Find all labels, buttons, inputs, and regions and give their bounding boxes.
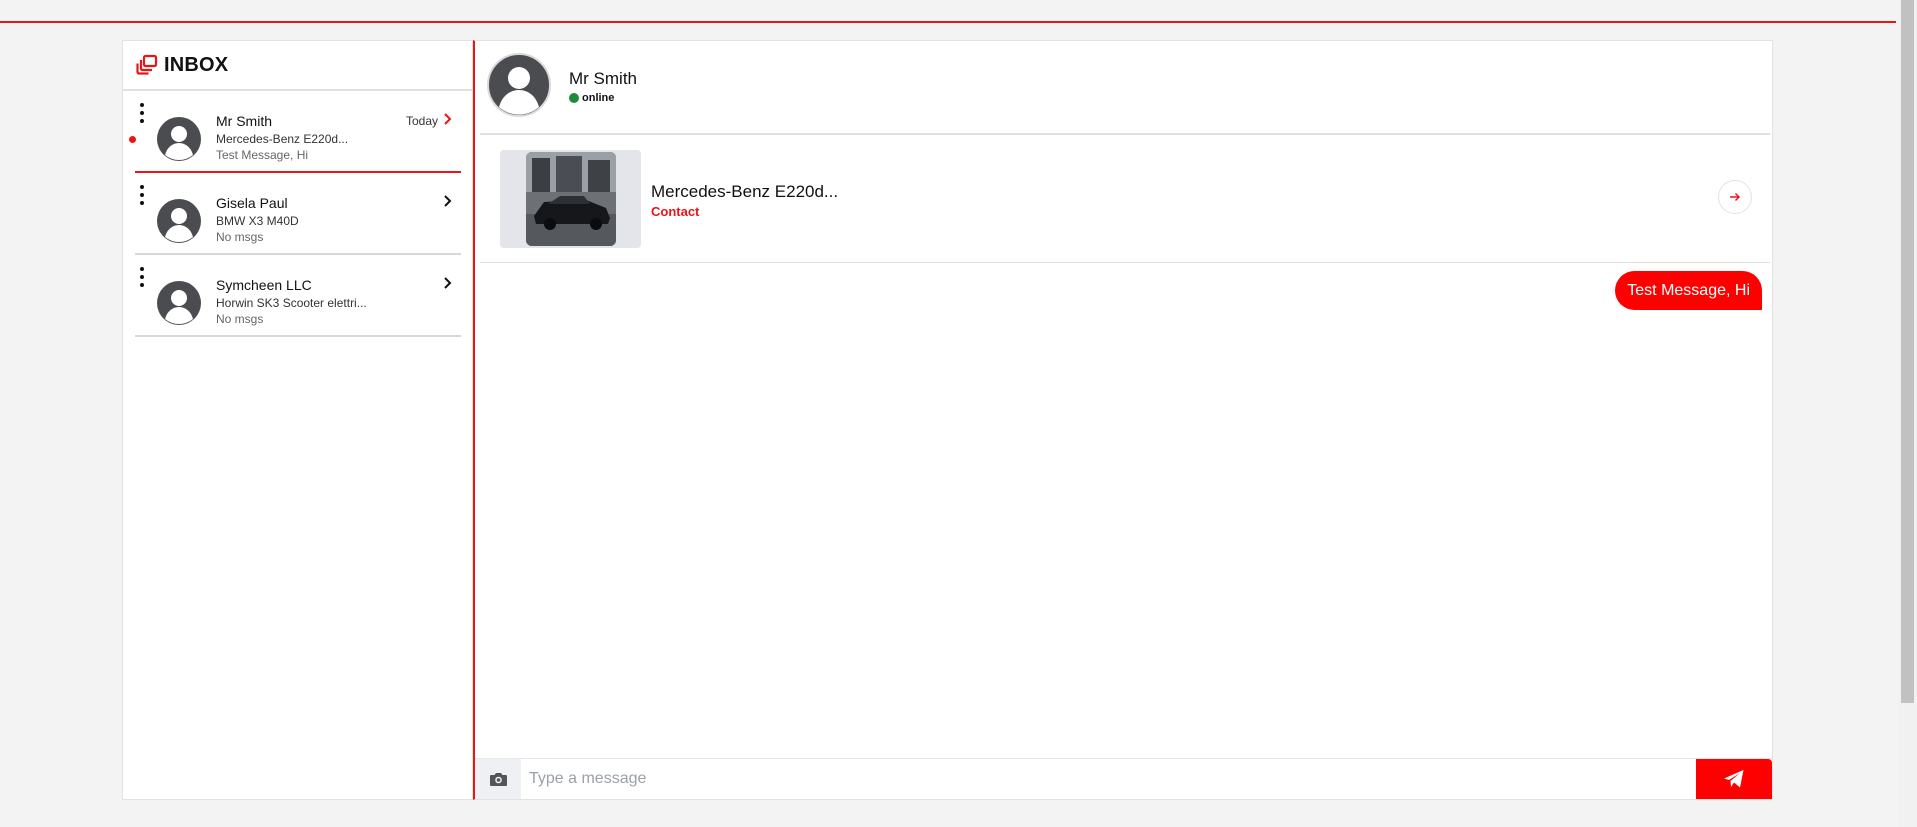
conversation-item[interactable]: Mr Smith Mercedes-Benz E220d... Test Mes… bbox=[129, 91, 461, 173]
chevron-right-icon[interactable] bbox=[441, 193, 455, 209]
header-accent-line bbox=[0, 21, 1896, 23]
inbox-icon bbox=[136, 54, 158, 75]
conversation-subject: Horwin SK3 Scooter elettri... bbox=[216, 296, 367, 310]
conversation-item[interactable]: Symcheen LLC Horwin SK3 Scooter elettri.… bbox=[135, 255, 461, 337]
message-thread: Test Message, Hi bbox=[475, 263, 1772, 759]
kebab-menu-icon[interactable] bbox=[138, 103, 146, 123]
listing-thumbnail[interactable] bbox=[500, 150, 641, 248]
camera-button[interactable] bbox=[475, 759, 521, 799]
listing-card[interactable]: Mercedes-Benz E220d... Contact bbox=[480, 135, 1770, 263]
avatar-icon bbox=[157, 281, 201, 325]
avatar-icon bbox=[157, 199, 201, 243]
conversation-preview: No msgs bbox=[216, 230, 264, 244]
send-icon bbox=[1724, 770, 1744, 788]
chat-header: Mr Smith online bbox=[480, 41, 1770, 135]
chat-panel: Mr Smith online Mercedes-Benz E220d... C… bbox=[473, 40, 1773, 800]
status-badge: online bbox=[569, 92, 614, 104]
conversation-name: Mr Smith bbox=[216, 113, 272, 129]
conversation-preview: No msgs bbox=[216, 312, 264, 326]
kebab-menu-icon[interactable] bbox=[138, 185, 146, 205]
conversation-date: Today bbox=[405, 114, 438, 128]
inbox-panel: INBOX Mr Smith Mercedes-Benz E220d... Te… bbox=[122, 40, 473, 800]
conversation-name: Symcheen LLC bbox=[216, 277, 312, 293]
inbox-title: INBOX bbox=[164, 53, 229, 76]
message-bubble-outgoing: Test Message, Hi bbox=[1615, 271, 1762, 310]
car-photo bbox=[526, 152, 616, 246]
inbox-header: INBOX bbox=[123, 41, 472, 91]
conversation-subject: BMW X3 M40D bbox=[216, 214, 299, 228]
chevron-right-icon[interactable] bbox=[441, 111, 455, 127]
arrow-right-icon bbox=[1730, 192, 1741, 202]
page-scrollbar[interactable] bbox=[1898, 0, 1917, 827]
send-button[interactable] bbox=[1696, 759, 1772, 799]
chevron-right-icon[interactable] bbox=[441, 275, 455, 291]
unread-indicator bbox=[129, 136, 136, 143]
conversation-name: Gisela Paul bbox=[216, 195, 288, 211]
scrollbar-thumb[interactable] bbox=[1901, 0, 1914, 703]
online-status-icon bbox=[569, 93, 579, 103]
listing-title: Mercedes-Benz E220d... bbox=[651, 182, 839, 201]
conversation-preview: Test Message, Hi bbox=[216, 148, 309, 162]
contact-name: Mr Smith bbox=[569, 69, 637, 88]
message-input[interactable] bbox=[521, 759, 1696, 799]
avatar-icon bbox=[157, 117, 201, 161]
contact-link[interactable]: Contact bbox=[651, 204, 699, 219]
conversation-subject: Mercedes-Benz E220d... bbox=[216, 132, 349, 146]
avatar-icon bbox=[487, 53, 551, 117]
camera-icon bbox=[489, 773, 507, 786]
open-listing-button[interactable] bbox=[1718, 180, 1752, 214]
status-text: online bbox=[582, 92, 615, 104]
kebab-menu-icon[interactable] bbox=[138, 267, 146, 287]
message-composer bbox=[475, 758, 1772, 799]
conversation-item[interactable]: Gisela Paul BMW X3 M40D No msgs bbox=[135, 173, 461, 255]
